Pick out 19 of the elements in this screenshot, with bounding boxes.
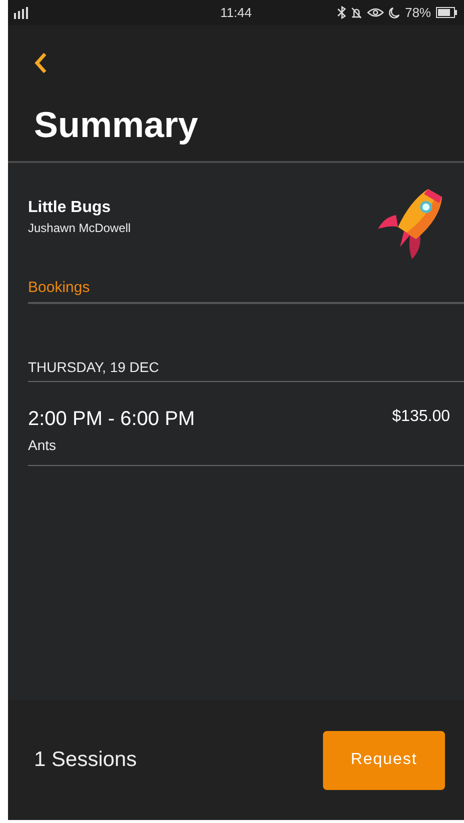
status-time: 11:44 bbox=[219, 5, 253, 20]
profile-name: Little Bugs bbox=[28, 199, 112, 217]
booking-price: $135.00 bbox=[392, 408, 450, 427]
booking-time: 2:00 PM - 6:00 PM bbox=[28, 408, 195, 431]
bell-off-icon bbox=[350, 6, 362, 19]
booking-group: Ants bbox=[28, 437, 195, 453]
battery-icon bbox=[436, 7, 458, 18]
profile-subtitle: Jushawn McDowell bbox=[28, 221, 131, 235]
battery-percent: 78% bbox=[404, 5, 431, 20]
date-heading: THURSDAY, 19 DEC bbox=[28, 359, 464, 382]
eye-icon bbox=[366, 7, 384, 18]
page-title: Summary bbox=[34, 104, 200, 146]
section-label: Bookings bbox=[28, 273, 464, 304]
moon-icon bbox=[388, 6, 400, 18]
bluetooth-icon bbox=[336, 6, 346, 19]
request-button[interactable]: Request bbox=[323, 730, 445, 790]
signal-icon bbox=[14, 6, 30, 18]
back-icon bbox=[34, 52, 48, 74]
sessions-count: 1 Sessions bbox=[34, 748, 137, 772]
